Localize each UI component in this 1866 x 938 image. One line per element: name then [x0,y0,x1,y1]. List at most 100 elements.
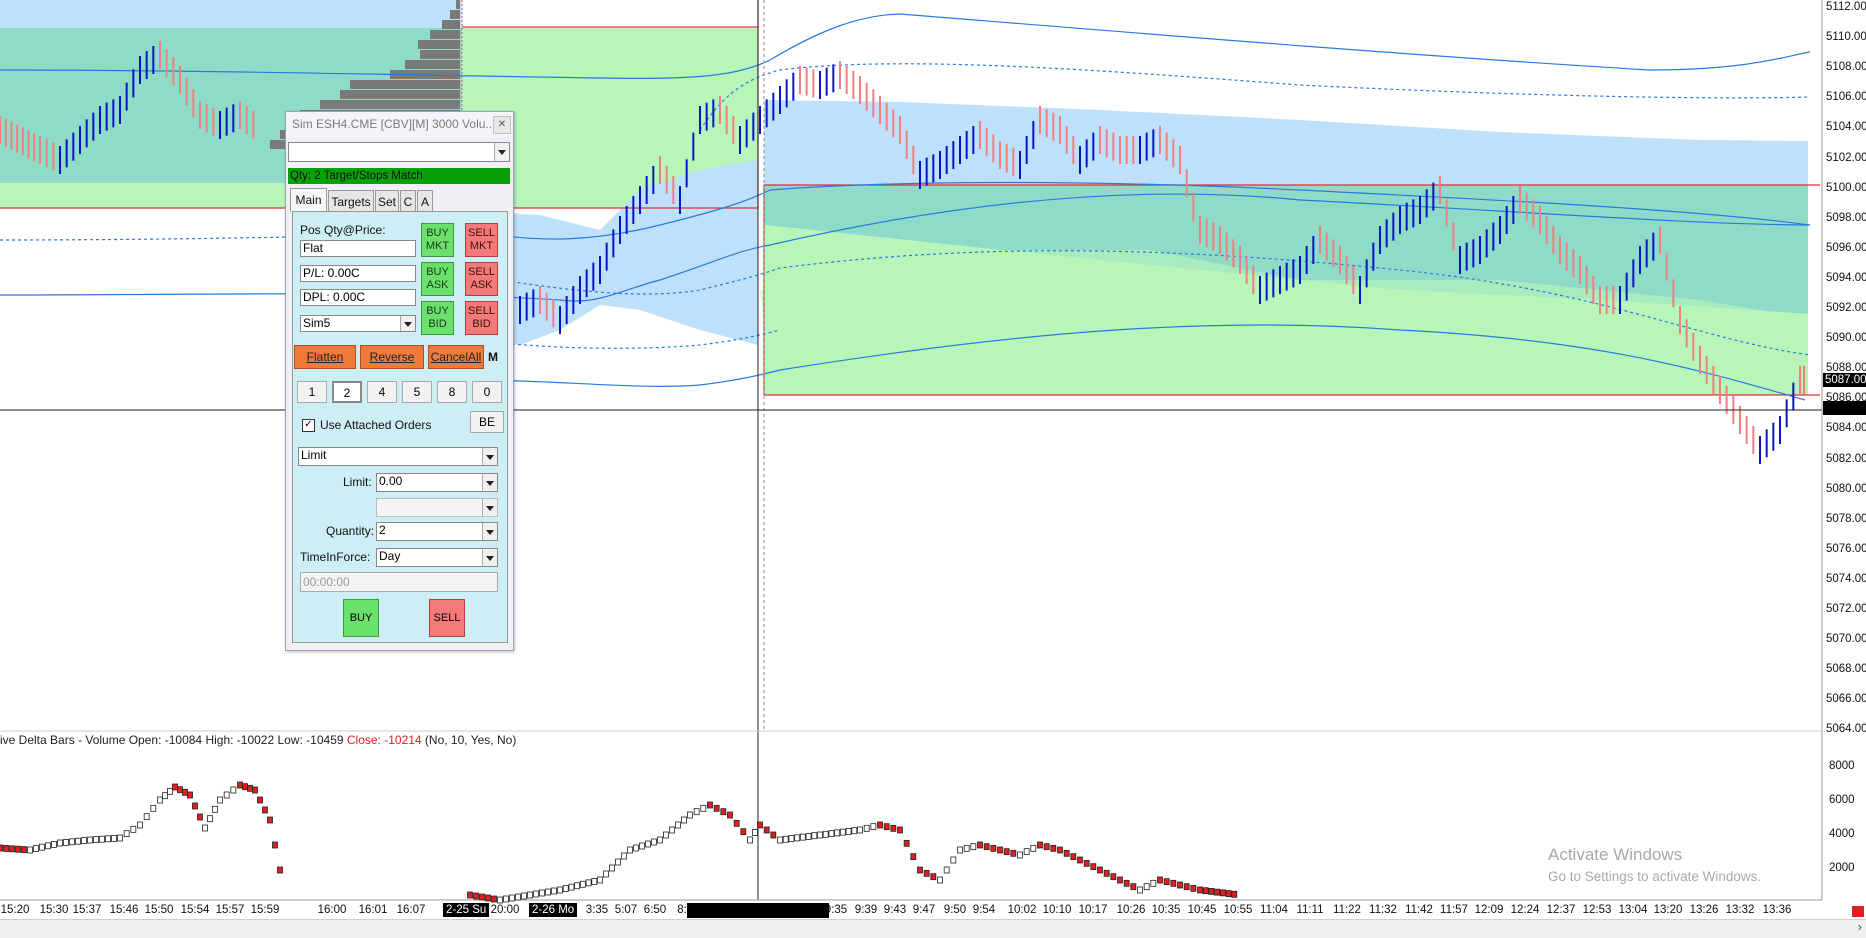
session-label-sun: 2-25 Su [443,903,490,917]
delta-candle [963,844,970,852]
delta-candle [33,845,39,852]
delta-candle [752,829,758,836]
delta-candle [822,830,829,838]
delta-candle [197,813,203,821]
delta-candle [123,830,130,838]
delta-candle [733,819,740,827]
price-chart[interactable] [0,0,1866,937]
delta-candle [1037,841,1043,849]
delta-candle [645,840,651,848]
price-axis-label: 5080.00 [1826,482,1866,495]
time-axis-label: 15:37 [72,904,102,916]
delta-candle [1183,883,1190,891]
limit-price-input[interactable]: 0.00 [376,473,498,492]
scroll-right-icon[interactable]: › [1858,919,1862,934]
buy-market-button[interactable]: BUY MKT [421,223,454,257]
qty-button-5[interactable]: 5 [402,381,432,403]
tab-main[interactable]: Main [290,188,327,212]
delta-candle [609,864,615,872]
flatten-button[interactable]: Flatten [294,345,356,369]
breakeven-button[interactable]: BE [470,411,504,433]
order-type-select[interactable]: Limit [298,447,498,466]
delta-candle [870,823,877,831]
account-select[interactable]: Sim5 [300,315,416,332]
delta-candle [479,893,485,901]
use-attached-orders-checkbox[interactable]: ✓ [302,419,315,432]
time-axis-label: 10:02 [1007,904,1037,916]
delta-candle [851,827,858,835]
delta-candle [1123,879,1130,887]
price-axis-label: 5074.00 [1826,572,1866,585]
m-button[interactable]: M [488,350,498,364]
delta-candle [1050,844,1057,852]
tab-targets[interactable]: Targets [328,190,374,212]
delta-candle [597,876,603,884]
delta-candle [467,891,473,899]
delta-candle [1197,886,1203,894]
delta-candle [491,895,497,903]
buy-button[interactable]: BUY [343,599,379,637]
watermark-title: Activate Windows [1548,845,1683,864]
qty-button-4[interactable]: 4 [367,381,397,403]
delta-candle [252,786,258,794]
buy-bid-button[interactable]: BUY BID [421,301,454,335]
horizontal-scrollbar[interactable] [0,919,1866,938]
tab-set[interactable]: Set [375,190,399,212]
delta-candle [157,796,163,804]
profile-row [420,50,460,59]
delta-candle [81,837,87,844]
delta-candle [1010,849,1017,857]
quantity-input[interactable]: 2 [376,522,498,541]
tab-a[interactable]: A [417,190,433,212]
delta-candle [857,826,863,834]
time-axis-label: 10:35 [1151,904,1181,916]
delta-candle [533,890,539,898]
delta-candle [93,836,99,843]
delta-candle [713,804,720,812]
atm-strategy-select[interactable] [288,142,510,162]
tab-c[interactable]: C [400,190,416,212]
delta-candle [277,866,283,874]
price-axis-label: 5070.00 [1826,633,1866,646]
qty-button-8[interactable]: 8 [437,381,467,403]
qty-button-2[interactable]: 2 [332,381,362,403]
price-axis-label: 5078.00 [1826,512,1866,525]
time-axis-label: 11:04 [1260,904,1288,916]
sell-market-button[interactable]: SELL MKT [465,223,498,257]
time-axis-label: 8: [677,904,687,916]
time-axis-label: 12:24 [1510,904,1540,916]
time-axis-label: 15:59 [250,904,280,916]
buy-ask-button[interactable]: BUY ASK [421,262,454,296]
delta-candle [707,801,713,809]
limit-label: Limit: [343,475,372,489]
tif-select[interactable]: Day [376,548,498,567]
price-axis-label: 5068.00 [1826,663,1866,676]
time-axis-label: 10:26 [1116,904,1146,916]
time-axis-label: 15:57 [215,904,245,916]
qty-button-1[interactable]: 1 [297,381,327,403]
delta-candle [917,866,923,874]
close-icon[interactable]: ✕ [493,116,511,134]
delta-candle [1231,890,1238,898]
sell-ask-button[interactable]: SELL ASK [465,262,498,296]
price-axis-label: 5072.00 [1826,603,1866,615]
delta-candle [727,811,733,819]
delta-candle [509,894,515,902]
delta-candle [1103,869,1110,877]
sell-button[interactable]: SELL [429,599,465,637]
delta-candle [1157,876,1163,884]
time-axis-label: 15:46 [109,904,139,916]
qty-button-0[interactable]: 0 [472,381,502,403]
cancel-all-button[interactable]: CancelAll [428,345,484,369]
delta-candle [627,846,633,854]
delta-candle [574,882,581,890]
indicator-axis-label: 4000 [1829,828,1855,840]
delta-candle [87,836,93,844]
alert-indicator[interactable] [1852,906,1864,917]
sell-bid-button[interactable]: SELL BID [465,301,498,335]
reverse-button[interactable]: Reverse [360,345,424,369]
time-axis-label: 9:47 [912,904,936,916]
delta-candle [557,886,563,894]
price-axis-label: 5096.00 [1826,241,1866,254]
delta-candle [272,841,278,849]
